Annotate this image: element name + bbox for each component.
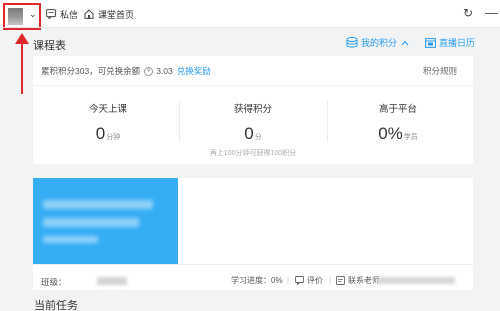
close-icon[interactable]: — bbox=[485, 5, 498, 20]
calendar-label: 直播日历 bbox=[439, 38, 476, 48]
rate-button[interactable]: 评价 bbox=[295, 275, 323, 286]
rate-label: 评价 bbox=[307, 276, 323, 285]
stat-number: 0 bbox=[95, 124, 106, 143]
refresh-icon[interactable]: ↻ bbox=[463, 6, 473, 20]
stat-number: 0 bbox=[244, 124, 254, 143]
course-cover[interactable] bbox=[33, 178, 178, 264]
messages-label: 私信 bbox=[60, 9, 79, 20]
home-label: 课堂首页 bbox=[98, 9, 135, 20]
database-icon bbox=[346, 37, 358, 48]
progress-text: 学习进度：0% bbox=[231, 275, 283, 286]
class-label: 班级： bbox=[41, 277, 67, 287]
blurred-class-name bbox=[97, 277, 127, 285]
points-summary: 累积积分303，可兑换余额 ¥ 3.03 兑换奖励 bbox=[41, 65, 211, 77]
blurred-teacher-name bbox=[377, 277, 455, 284]
stat-divider bbox=[179, 100, 180, 142]
contact-label: 联系老师 bbox=[348, 276, 380, 285]
stat-label: 今天上课 bbox=[88, 104, 127, 115]
live-calendar-link[interactable]: 直播日历 bbox=[425, 36, 475, 49]
chevron-down-icon[interactable]: ⌄ bbox=[29, 9, 37, 20]
home-button[interactable]: 课堂首页 bbox=[84, 7, 134, 21]
my-points-toggle[interactable]: 我的积分 bbox=[346, 36, 412, 49]
points-hint: 再上100分钟可获得100积分 bbox=[209, 150, 297, 157]
progress-label: 学习进度： bbox=[231, 276, 271, 285]
redeem-link[interactable]: 兑换奖励 bbox=[177, 65, 211, 77]
stat-value: 0分 bbox=[183, 124, 323, 144]
coin-icon: ¥ bbox=[144, 66, 154, 76]
stat-unit: 学员 bbox=[403, 134, 418, 141]
contact-teacher-button[interactable]: 联系老师 bbox=[336, 275, 380, 286]
blurred-course-title bbox=[43, 200, 153, 209]
stat-number: 0% bbox=[378, 124, 403, 143]
title-bar: ⌄ 私信 课堂首页 ↻ — bbox=[0, 0, 500, 30]
avatar[interactable] bbox=[8, 8, 23, 25]
calendar-icon bbox=[425, 38, 436, 48]
stat-label: 获得积分 bbox=[233, 104, 272, 115]
card-divider bbox=[33, 85, 473, 86]
stat-points-earned: 获得积分 0分 bbox=[183, 101, 323, 144]
contact-icon bbox=[336, 276, 345, 285]
stat-today-class: 今天上课 0分钟 bbox=[38, 101, 178, 144]
annotation-arrow bbox=[21, 42, 23, 94]
points-card: 累积积分303，可兑换余额 ¥ 3.03 兑换奖励 积分规则 今天上课 0分钟 … bbox=[33, 56, 473, 164]
blurred-course-subtitle bbox=[43, 236, 98, 243]
separator: | bbox=[329, 276, 332, 285]
balance-value: 3.03 bbox=[156, 66, 173, 76]
comment-icon bbox=[295, 276, 304, 285]
messages-button[interactable]: 私信 bbox=[46, 7, 78, 21]
profile-menu-highlight[interactable]: ⌄ bbox=[3, 3, 41, 30]
points-rules-link[interactable]: 积分规则 bbox=[423, 65, 457, 77]
progress-value: 0% bbox=[271, 276, 283, 285]
blurred-course-title bbox=[43, 218, 139, 227]
stat-above-platform: 高于平台 0%学员 bbox=[328, 101, 468, 144]
stat-unit: 分钟 bbox=[106, 134, 121, 141]
points-summary-text: 累积积分303，可兑换余额 bbox=[41, 66, 141, 76]
current-task-heading: 当前任务 bbox=[34, 300, 78, 311]
course-card[interactable]: 班级： 学习进度：0% | 评价 | 联系老师 bbox=[33, 178, 473, 290]
my-points-label: 我的积分 bbox=[361, 38, 398, 48]
stat-label: 高于平台 bbox=[378, 104, 417, 115]
stat-value: 0分钟 bbox=[38, 124, 178, 144]
title-divider bbox=[0, 27, 500, 28]
chevron-up-icon bbox=[401, 40, 409, 45]
stat-value: 0%学员 bbox=[328, 124, 468, 144]
page-title: 课程表 bbox=[33, 40, 66, 52]
course-info-bar: 班级： 学习进度：0% | 评价 | 联系老师 bbox=[33, 264, 473, 290]
home-icon bbox=[84, 9, 94, 19]
message-icon bbox=[46, 9, 56, 19]
separator: | bbox=[287, 276, 290, 285]
stat-unit: 分 bbox=[254, 134, 262, 141]
